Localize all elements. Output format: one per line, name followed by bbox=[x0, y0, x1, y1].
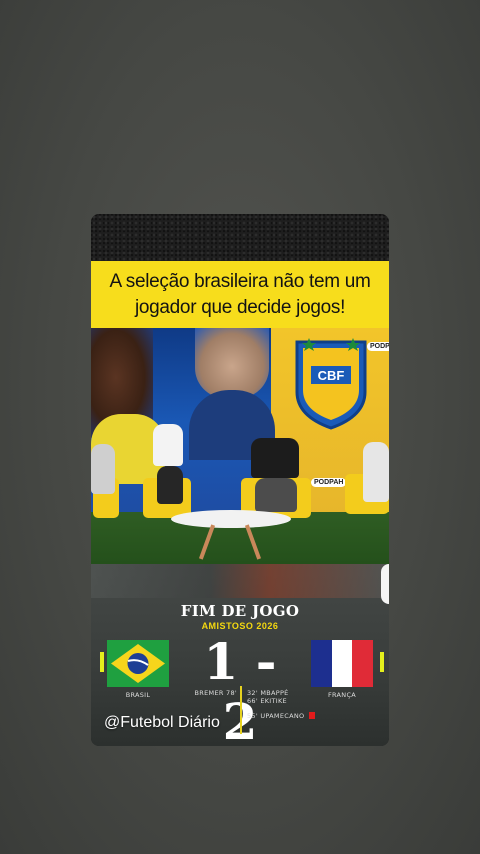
dark-texture-header bbox=[91, 214, 389, 261]
scroll-handle[interactable] bbox=[381, 564, 389, 604]
brazil-flag-icon bbox=[107, 640, 169, 687]
podcast-logo-top: PODPAH bbox=[367, 342, 389, 351]
host-black-shirt bbox=[251, 438, 299, 478]
home-team-name: BRASIL bbox=[125, 691, 151, 699]
headline-text: A seleção brasileira não tem um jogador … bbox=[109, 270, 371, 318]
accent-mark-right bbox=[380, 652, 384, 672]
story-card[interactable]: A seleção brasileira não tem um jogador … bbox=[91, 214, 389, 746]
headline-banner: A seleção brasileira não tem um jogador … bbox=[91, 261, 389, 328]
guest-right bbox=[363, 442, 389, 502]
studio-photo: CBF PODPAH PODPAH bbox=[91, 328, 389, 564]
accent-mark-left bbox=[100, 652, 104, 672]
host-grey-pants bbox=[255, 478, 297, 512]
scorers-divider bbox=[240, 686, 242, 734]
away-team-name: FRANÇA bbox=[327, 691, 357, 699]
host-white-shirt bbox=[153, 424, 183, 466]
watermark-handle: @Futebol Diário bbox=[104, 714, 220, 731]
home-scorer: BREMER 78' bbox=[194, 689, 237, 697]
cbf-crest-icon: CBF bbox=[295, 338, 367, 430]
coffee-table bbox=[171, 510, 291, 528]
match-competition: AMISTOSO 2026 bbox=[201, 621, 279, 631]
crest-label: CBF bbox=[318, 368, 345, 383]
scoreboard-graphic: FIM DE JOGO AMISTOSO 2026 1 - 2 BRASIL F… bbox=[91, 564, 389, 746]
host-black-pants bbox=[157, 466, 183, 504]
away-scorer-2: 66' EKITIKE bbox=[247, 697, 287, 705]
podcast-logo-sofa: PODPAH bbox=[311, 478, 347, 487]
coach-portrait bbox=[195, 328, 269, 398]
match-status-title: FIM DE JOGO bbox=[180, 602, 300, 620]
guest-left bbox=[91, 444, 115, 494]
red-card-text: 55' UPAMECANO bbox=[247, 712, 305, 720]
red-card-event: 55' UPAMECANO bbox=[247, 712, 316, 720]
scoreboard-photo-strip bbox=[91, 564, 389, 598]
away-scorer-1: 32' MBAPPÉ bbox=[247, 689, 289, 697]
france-flag-icon bbox=[311, 640, 374, 687]
red-card-icon bbox=[309, 712, 316, 719]
